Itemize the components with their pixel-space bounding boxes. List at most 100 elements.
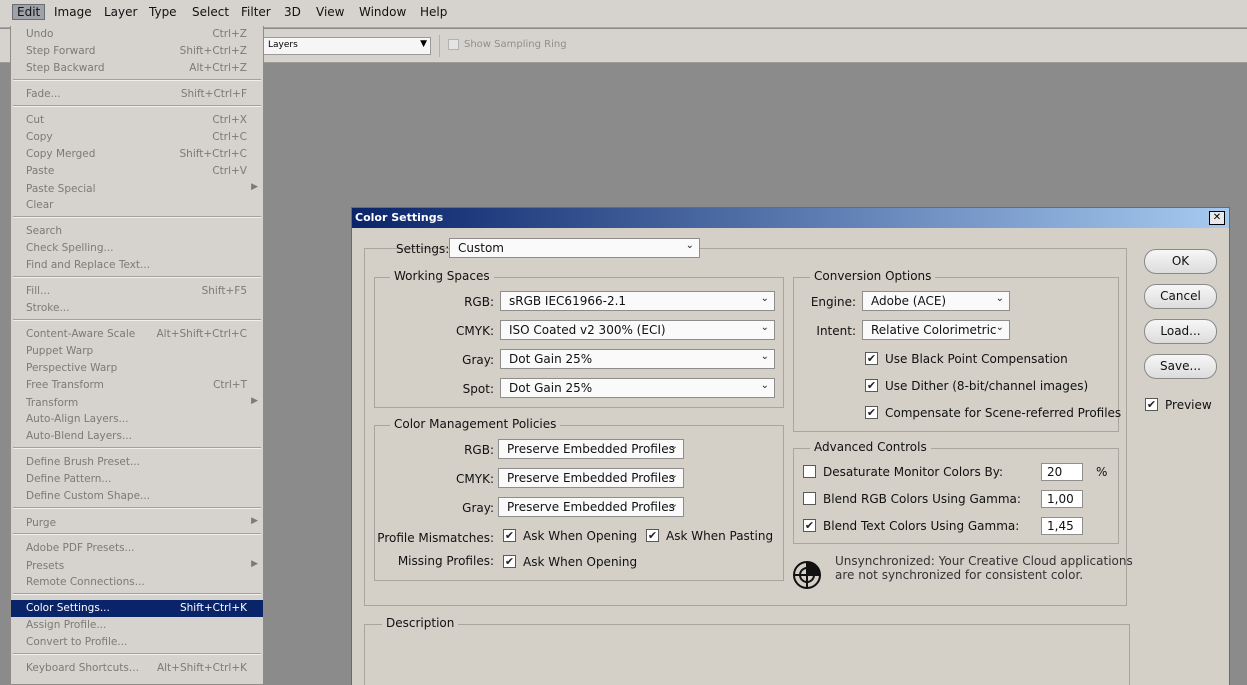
- dither-checkbox[interactable]: ✔: [865, 379, 878, 392]
- profile-mismatches-label: Profile Mismatches:: [377, 531, 494, 545]
- menu-item-copy[interactable]: Copy Ctrl+C: [11, 129, 263, 146]
- ws-rgb-select[interactable]: sRGB IEC61966-2.1 ⌄: [500, 291, 775, 311]
- chevron-down-icon: ⌄: [760, 380, 769, 391]
- menu-view[interactable]: View: [316, 5, 344, 19]
- show-sampling-ring-checkbox[interactable]: [448, 39, 459, 50]
- missing-ask-when-opening-label: Ask When Opening: [523, 555, 638, 569]
- missing-profiles-label: Missing Profiles:: [397, 554, 494, 568]
- menu-item-auto-align[interactable]: Auto-Align Layers...: [11, 411, 263, 428]
- menu-item-content-aware-scale[interactable]: Content-Aware Scale Alt+Shift+Ctrl+C: [11, 326, 263, 343]
- menu-item-define-brush[interactable]: Define Brush Preset...: [11, 454, 263, 471]
- policies-title: Color Management Policies: [390, 417, 561, 431]
- chevron-down-icon: ⌄: [760, 322, 769, 333]
- ok-button[interactable]: OK: [1144, 249, 1217, 274]
- menu-item-clear[interactable]: Clear: [11, 197, 263, 214]
- menu-item-perspective-warp[interactable]: Perspective Warp: [11, 360, 263, 377]
- missing-ask-when-opening-checkbox[interactable]: ✔: [503, 555, 516, 568]
- menu-item-fade[interactable]: Fade... Shift+Ctrl+F: [11, 86, 263, 103]
- menu-type[interactable]: Type: [149, 5, 177, 19]
- menu-item-cut[interactable]: Cut Ctrl+X: [11, 112, 263, 129]
- save-button[interactable]: Save...: [1144, 354, 1217, 379]
- ws-gray-select[interactable]: Dot Gain 25% ⌄: [500, 349, 775, 369]
- sample-select[interactable]: Layers ▼: [262, 37, 431, 55]
- menu-item-fill[interactable]: Fill... Shift+F5: [11, 283, 263, 300]
- menu-item-search[interactable]: Search: [11, 223, 263, 240]
- menu-item-paste[interactable]: Paste Ctrl+V: [11, 163, 263, 180]
- menu-item-auto-blend[interactable]: Auto-Blend Layers...: [11, 428, 263, 445]
- menu-3d[interactable]: 3D: [284, 5, 301, 19]
- chevron-down-icon: ⌄: [995, 322, 1004, 333]
- description-title: Description: [382, 616, 459, 630]
- ws-spot-select[interactable]: Dot Gain 25% ⌄: [500, 378, 775, 398]
- menu-item-remote-connections[interactable]: Remote Connections...: [11, 574, 263, 591]
- scene-referred-checkbox[interactable]: ✔: [865, 406, 878, 419]
- menu-item-undo[interactable]: Undo Ctrl+Z: [11, 26, 263, 43]
- menu-item-define-shape[interactable]: Define Custom Shape...: [11, 488, 263, 505]
- ws-spot-label: Spot:: [462, 382, 494, 396]
- cancel-button[interactable]: Cancel: [1144, 284, 1217, 309]
- menu-image[interactable]: Image: [54, 5, 92, 19]
- load-button[interactable]: Load...: [1144, 319, 1217, 344]
- percent-label: %: [1096, 465, 1108, 479]
- blend-text-label: Blend Text Colors Using Gamma:: [823, 519, 1020, 533]
- engine-select[interactable]: Adobe (ACE) ⌄: [862, 291, 1010, 311]
- menu-item-check-spelling[interactable]: Check Spelling...: [11, 240, 263, 257]
- advanced-controls-title: Advanced Controls: [810, 440, 931, 454]
- submenu-arrow-icon: ▶: [251, 182, 258, 192]
- edit-menu: Undo Ctrl+Z Step Forward Shift+Ctrl+Z Step…: [10, 26, 264, 685]
- menu-separator: [13, 276, 261, 278]
- menu-item-free-transform[interactable]: Free Transform Ctrl+T: [11, 377, 263, 394]
- menu-item-purge[interactable]: Purge ▶: [11, 515, 263, 532]
- menu-bar: Edit Image Layer Type Select Filter 3D V…: [0, 0, 1247, 28]
- chevron-down-icon: ▼: [420, 39, 427, 49]
- menu-item-keyboard-shortcuts[interactable]: Keyboard Shortcuts... Alt+Shift+Ctrl+K: [11, 660, 263, 677]
- menu-item-define-pattern[interactable]: Define Pattern...: [11, 471, 263, 488]
- blend-rgb-checkbox[interactable]: [803, 492, 816, 505]
- menu-separator: [13, 447, 261, 449]
- desaturate-checkbox[interactable]: [803, 465, 816, 478]
- blend-rgb-label: Blend RGB Colors Using Gamma:: [823, 492, 1021, 506]
- menu-item-copy-merged[interactable]: Copy Merged Shift+Ctrl+C: [11, 146, 263, 163]
- menu-window[interactable]: Window: [359, 5, 406, 19]
- policy-rgb-select[interactable]: Preserve Embedded Profiles ⌄: [498, 439, 684, 459]
- ask-when-pasting-checkbox[interactable]: ✔: [646, 529, 659, 542]
- submenu-arrow-icon: ▶: [251, 396, 258, 406]
- menu-item-step-backward[interactable]: Step Backward Alt+Ctrl+Z: [11, 60, 263, 77]
- menu-item-paste-special[interactable]: Paste Special ▶: [11, 181, 263, 198]
- menu-item-assign-profile[interactable]: Assign Profile...: [11, 617, 263, 634]
- preview-checkbox[interactable]: ✔: [1145, 398, 1158, 411]
- menu-item-color-settings[interactable]: Color Settings... Shift+Ctrl+K: [11, 600, 263, 617]
- menu-select[interactable]: Select: [192, 5, 229, 19]
- menu-item-presets[interactable]: Presets ▶: [11, 558, 263, 575]
- menu-filter[interactable]: Filter: [241, 5, 271, 19]
- blend-text-checkbox[interactable]: ✔: [803, 519, 816, 532]
- menu-help[interactable]: Help: [420, 5, 447, 19]
- menu-item-puppet-warp[interactable]: Puppet Warp: [11, 343, 263, 360]
- policy-gray-select[interactable]: Preserve Embedded Profiles ⌄: [498, 497, 684, 517]
- color-settings-dialog: Color Settings ✕ Settings: Custom ⌄ Work…: [351, 207, 1230, 685]
- intent-label: Intent:: [816, 324, 856, 338]
- menu-item-convert-profile[interactable]: Convert to Profile...: [11, 634, 263, 651]
- ws-cmyk-select[interactable]: ISO Coated v2 300% (ECI) ⌄: [500, 320, 775, 340]
- engine-label: Engine:: [810, 295, 856, 309]
- preview-label: Preview: [1165, 398, 1212, 412]
- menu-item-step-forward[interactable]: Step Forward Shift+Ctrl+Z: [11, 43, 263, 60]
- intent-select[interactable]: Relative Colorimetric ⌄: [862, 320, 1010, 340]
- settings-select[interactable]: Custom ⌄: [449, 238, 700, 258]
- chevron-down-icon: ⌄: [669, 499, 678, 510]
- blend-text-input[interactable]: 1,45: [1041, 517, 1083, 535]
- black-point-checkbox[interactable]: ✔: [865, 352, 878, 365]
- close-button[interactable]: ✕: [1209, 211, 1225, 225]
- desaturate-input[interactable]: 20: [1041, 463, 1083, 481]
- menu-item-stroke[interactable]: Stroke...: [11, 300, 263, 317]
- blend-rgb-input[interactable]: 1,00: [1041, 490, 1083, 508]
- menu-edit[interactable]: Edit: [12, 4, 46, 20]
- menu-separator: [13, 216, 261, 218]
- ask-when-opening-checkbox[interactable]: ✔: [503, 529, 516, 542]
- menu-item-transform[interactable]: Transform ▶: [11, 395, 263, 412]
- menu-item-find-replace[interactable]: Find and Replace Text...: [11, 257, 263, 274]
- submenu-arrow-icon: ▶: [251, 559, 258, 569]
- menu-item-pdf-presets[interactable]: Adobe PDF Presets...: [11, 540, 263, 557]
- menu-layer[interactable]: Layer: [104, 5, 137, 19]
- policy-cmyk-select[interactable]: Preserve Embedded Profiles ⌄: [498, 468, 684, 488]
